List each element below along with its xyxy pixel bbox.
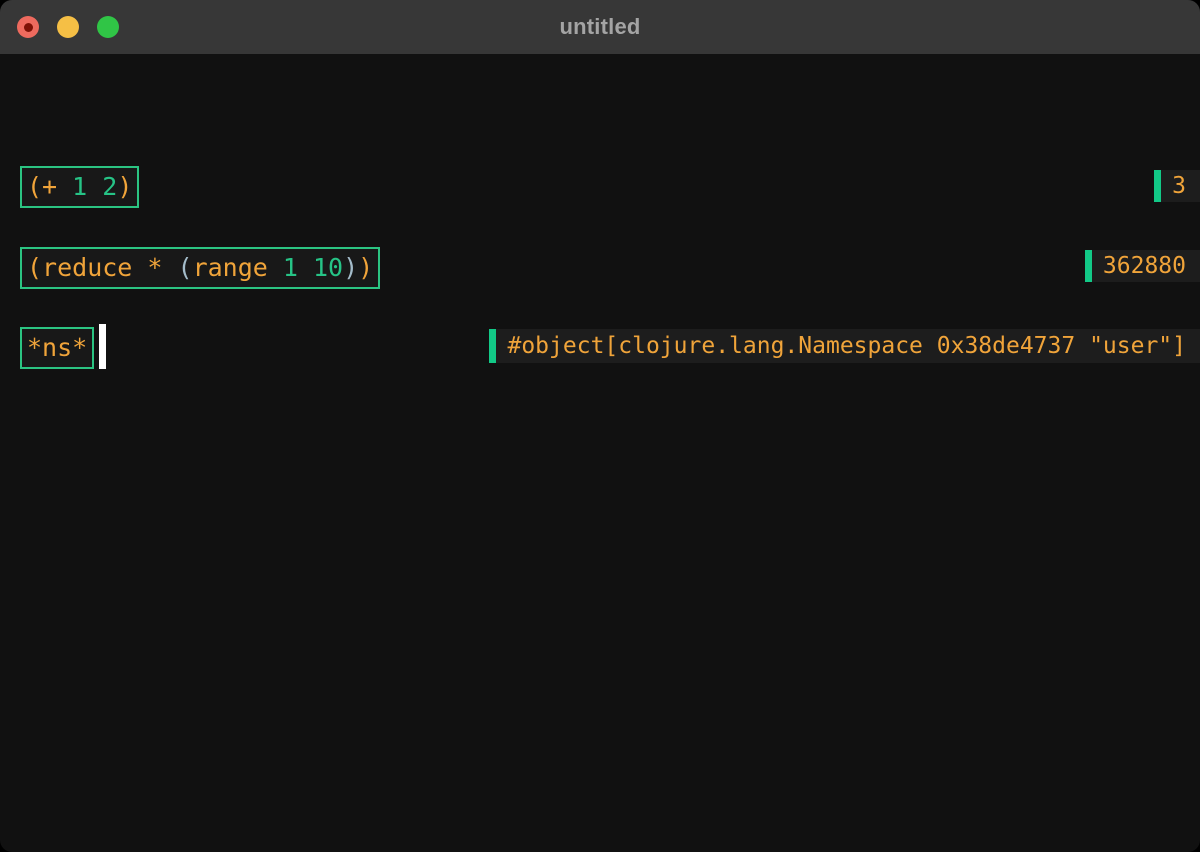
code-cell-3[interactable]: *ns* [20, 327, 94, 369]
close-button[interactable] [17, 16, 39, 38]
result-marker-bar [1085, 250, 1092, 282]
result-text: #object[clojure.lang.Namespace 0x38de473… [507, 333, 1186, 359]
eval-result-2: 362880 [1085, 250, 1200, 282]
code-token: 1 2 [72, 172, 117, 201]
code-token: ) [117, 172, 132, 201]
result-text: 362880 [1103, 253, 1186, 279]
result-marker-bar [489, 329, 496, 363]
eval-result-1: 3 [1154, 170, 1200, 202]
code-token: 1 10 [283, 253, 343, 282]
code-token: ) [358, 253, 373, 282]
result-text: 3 [1172, 173, 1186, 199]
app-window: untitled (+ 1 2) 3 (reduce * (range 1 10… [0, 0, 1200, 852]
code-token: ( [178, 253, 193, 282]
window-title: untitled [559, 14, 640, 40]
text-cursor [99, 324, 106, 369]
code-token: (+ [27, 172, 72, 201]
code-token: ) [343, 253, 358, 282]
code-token: *ns* [27, 333, 87, 362]
zoom-button[interactable] [97, 16, 119, 38]
code-cell-1[interactable]: (+ 1 2) [20, 166, 139, 208]
code-token: range [193, 253, 283, 282]
code-cell-2[interactable]: (reduce * (range 1 10)) [20, 247, 380, 289]
code-token: (reduce * [27, 253, 178, 282]
minimize-button[interactable] [57, 16, 79, 38]
document-modified-dot-icon [24, 23, 33, 32]
titlebar[interactable]: untitled [0, 0, 1200, 54]
traffic-lights [17, 16, 119, 38]
eval-result-3: #object[clojure.lang.Namespace 0x38de473… [489, 329, 1200, 363]
result-marker-bar [1154, 170, 1161, 202]
